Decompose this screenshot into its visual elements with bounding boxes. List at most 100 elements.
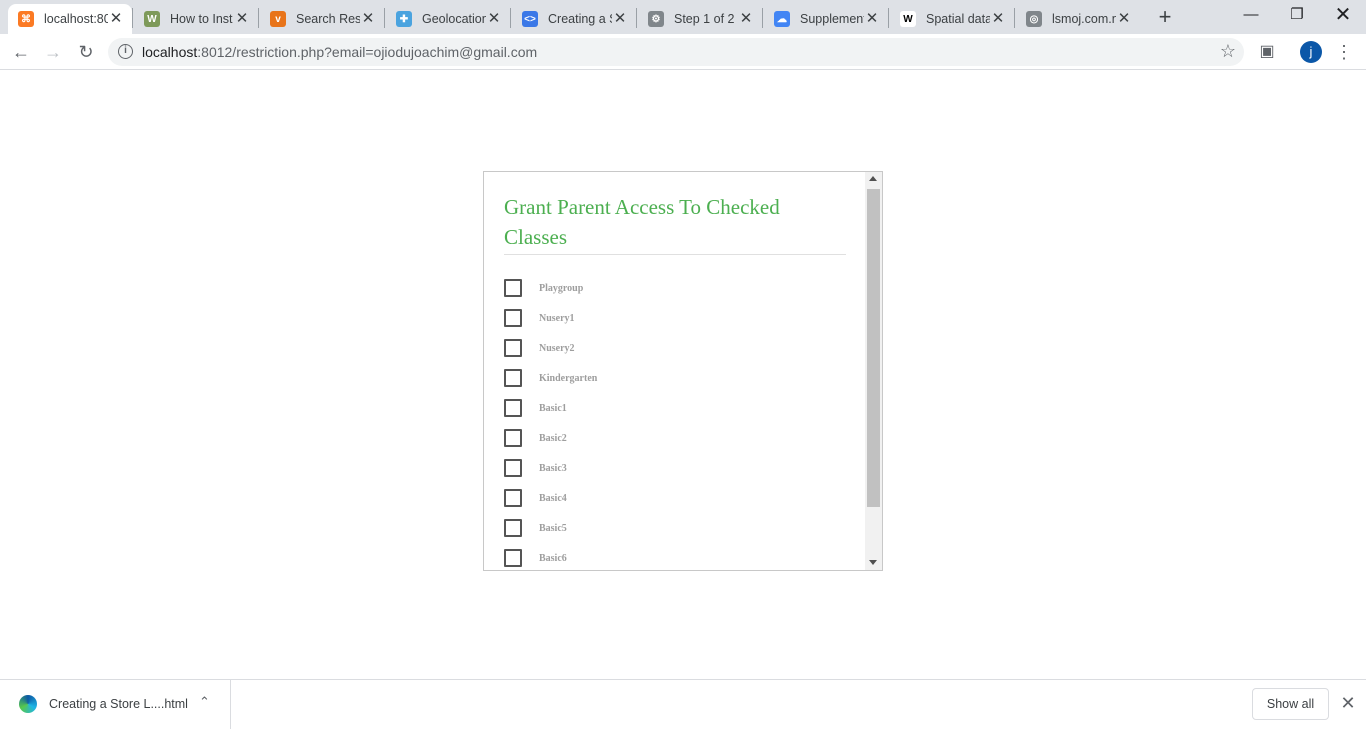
panel-content: Grant Parent Access To Checked Classes P… bbox=[484, 172, 867, 570]
tab-close-icon[interactable]: ✕ bbox=[360, 11, 376, 27]
scrollbar-thumb[interactable] bbox=[867, 189, 880, 507]
tab-separator bbox=[510, 8, 511, 28]
class-option: Basic1 bbox=[504, 393, 847, 423]
minimize-button[interactable]: — bbox=[1228, 0, 1274, 32]
close-downloads-icon[interactable]: ✕ bbox=[1338, 693, 1358, 713]
browser-tab[interactable]: <> Creating a S ✕ bbox=[512, 4, 636, 34]
download-item[interactable]: Creating a Store L....html ⌃ bbox=[0, 680, 231, 729]
tab-title: Supplement bbox=[800, 12, 864, 26]
xampp-icon: ⌘ bbox=[18, 11, 34, 27]
tab-close-icon[interactable]: ✕ bbox=[486, 11, 502, 27]
url-path: :8012/restriction.php?email=ojiodujoachi… bbox=[197, 44, 538, 60]
class-option: Basic2 bbox=[504, 423, 847, 453]
tab-separator bbox=[132, 8, 133, 28]
class-option: Basic5 bbox=[504, 513, 847, 543]
tab-separator bbox=[1014, 8, 1015, 28]
forward-button[interactable]: → bbox=[40, 39, 66, 65]
browser-tab[interactable]: ⌘ localhost:80 ✕ bbox=[8, 4, 132, 34]
code-icon: <> bbox=[522, 11, 538, 27]
browser-tab[interactable]: ◎ lsmoj.com.n ✕ bbox=[1016, 4, 1140, 34]
class-option: Basic3 bbox=[504, 453, 847, 483]
close-window-button[interactable]: ✕ bbox=[1320, 0, 1366, 32]
v-icon: v bbox=[270, 11, 286, 27]
tab-title: Spatial data bbox=[926, 12, 990, 26]
downloads-bar: Creating a Store L....html ⌃ Show all ✕ bbox=[0, 679, 1366, 729]
avatar[interactable]: j bbox=[1300, 41, 1322, 63]
class-option: Playgroup bbox=[504, 273, 847, 303]
browser-tab[interactable]: ☁ Supplement ✕ bbox=[764, 4, 888, 34]
back-button[interactable]: ← bbox=[8, 39, 34, 65]
chevron-up-icon[interactable]: ⌃ bbox=[199, 694, 210, 710]
class-checkbox[interactable] bbox=[504, 309, 522, 327]
class-option: Nusery1 bbox=[504, 303, 847, 333]
edge-file-icon bbox=[19, 695, 37, 713]
browser-tab[interactable]: v Search Resu✕ bbox=[260, 4, 384, 34]
class-label: Basic4 bbox=[539, 492, 567, 504]
class-option: Kindergarten bbox=[504, 363, 847, 393]
url-text[interactable]: localhost:8012/restriction.php?email=oji… bbox=[142, 44, 537, 60]
grant-access-panel: Grant Parent Access To Checked Classes P… bbox=[483, 171, 883, 571]
new-tab-button[interactable]: + bbox=[1153, 6, 1177, 30]
class-checkbox-list: Playgroup Nusery1 Nusery2 Kindergarten Basic… bbox=[504, 273, 847, 570]
class-label: Nusery2 bbox=[539, 342, 575, 354]
class-label: Basic5 bbox=[539, 522, 567, 534]
tab-title: lsmoj.com.n bbox=[1052, 12, 1116, 26]
class-checkbox[interactable] bbox=[504, 459, 522, 477]
class-checkbox[interactable] bbox=[504, 549, 522, 567]
tab-title: Step 1 of 2 bbox=[674, 12, 735, 26]
browser-tab[interactable]: W How to Inst ✕ bbox=[134, 4, 258, 34]
wh-icon: W bbox=[144, 11, 160, 27]
bookmark-star-icon[interactable]: ☆ bbox=[1220, 41, 1236, 62]
tab-close-icon[interactable]: ✕ bbox=[990, 11, 1006, 27]
class-label: Kindergarten bbox=[539, 372, 598, 384]
restore-button[interactable]: ❐ bbox=[1274, 0, 1320, 32]
class-option: Basic4 bbox=[504, 483, 847, 513]
tab-close-icon[interactable]: ✕ bbox=[1116, 11, 1132, 27]
class-option: Basic6 bbox=[504, 543, 847, 570]
url-host: localhost bbox=[142, 44, 198, 60]
tab-title: Geolocation bbox=[422, 12, 486, 26]
wikipedia-icon: W bbox=[900, 11, 916, 27]
browser-tab[interactable]: ⚙ Step 1 of 2 ✕ bbox=[638, 4, 762, 34]
browser-toolbar: ← → ↻ i localhost:8012/restriction.php?e… bbox=[0, 34, 1366, 70]
tab-close-icon[interactable]: ✕ bbox=[234, 11, 250, 27]
tab-title: Creating a S bbox=[548, 12, 612, 26]
panel-title: Grant Parent Access To Checked Classes bbox=[504, 192, 846, 255]
tab-strip: ⌘localhost:80✕WHow to Inst✕vSearch Resu✕… bbox=[0, 0, 1366, 34]
class-label: Nusery1 bbox=[539, 312, 575, 324]
class-checkbox[interactable] bbox=[504, 279, 522, 297]
browser-tab[interactable]: ✚ Geolocation ✕ bbox=[386, 4, 510, 34]
tab-separator bbox=[636, 8, 637, 28]
class-checkbox[interactable] bbox=[504, 399, 522, 417]
class-option: Nusery2 bbox=[504, 333, 847, 363]
class-label: Basic2 bbox=[539, 432, 567, 444]
class-label: Basic6 bbox=[539, 552, 567, 564]
class-checkbox[interactable] bbox=[504, 489, 522, 507]
tab-separator bbox=[762, 8, 763, 28]
panel-scrollbar[interactable] bbox=[865, 172, 882, 570]
tab-close-icon[interactable]: ✕ bbox=[108, 11, 124, 27]
site-info-icon[interactable]: i bbox=[118, 44, 133, 59]
tab-separator bbox=[384, 8, 385, 28]
globe-icon: ◎ bbox=[1026, 11, 1042, 27]
tab-close-icon[interactable]: ✕ bbox=[864, 11, 880, 27]
tab-title: Search Resu bbox=[296, 12, 360, 26]
scroll-up-arrow-icon[interactable] bbox=[869, 176, 877, 181]
class-label: Playgroup bbox=[539, 282, 584, 294]
address-bar[interactable]: i localhost:8012/restriction.php?email=o… bbox=[108, 38, 1244, 66]
tab-close-icon[interactable]: ✕ bbox=[612, 11, 628, 27]
menu-kebab-icon[interactable]: ⋮ bbox=[1332, 40, 1356, 64]
class-label: Basic1 bbox=[539, 402, 567, 414]
plus-cross-icon: ✚ bbox=[396, 11, 412, 27]
scroll-down-arrow-icon[interactable] bbox=[869, 560, 877, 565]
tab-title: How to Inst bbox=[170, 12, 233, 26]
show-all-button[interactable]: Show all bbox=[1252, 688, 1329, 720]
class-checkbox[interactable] bbox=[504, 429, 522, 447]
tab-close-icon[interactable]: ✕ bbox=[738, 11, 754, 27]
class-checkbox[interactable] bbox=[504, 339, 522, 357]
class-checkbox[interactable] bbox=[504, 519, 522, 537]
extension-icon[interactable]: ▣ bbox=[1255, 40, 1279, 64]
browser-tab[interactable]: W Spatial data ✕ bbox=[890, 4, 1014, 34]
reload-button[interactable]: ↻ bbox=[73, 39, 99, 65]
class-checkbox[interactable] bbox=[504, 369, 522, 387]
